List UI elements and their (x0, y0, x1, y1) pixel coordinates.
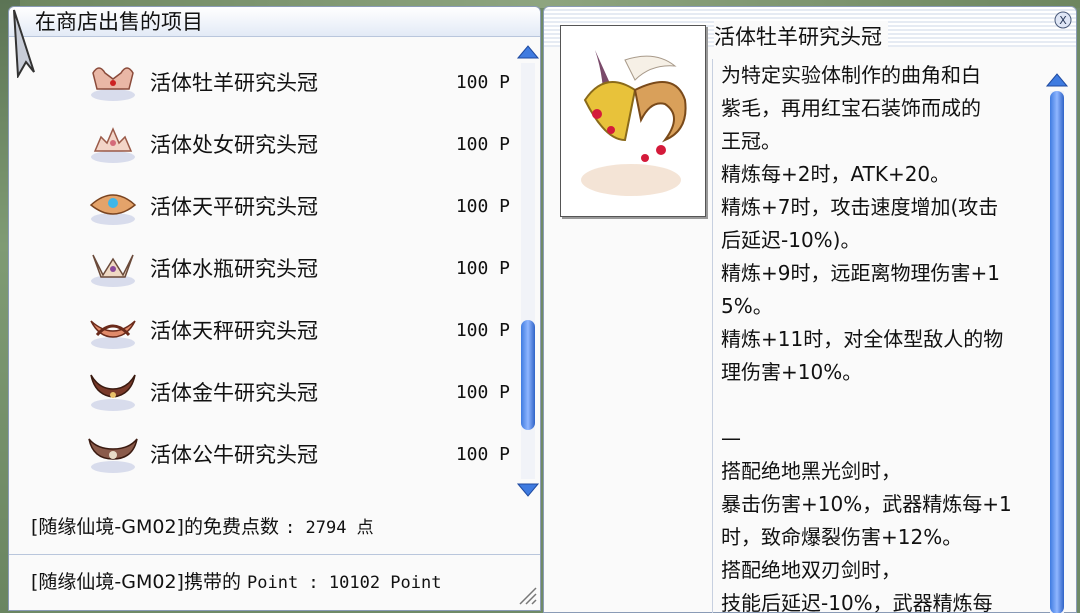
libra-crown-icon (89, 194, 137, 225)
item-name: 活体处女研究头冠 (150, 133, 318, 157)
svg-text:X: X (1059, 14, 1067, 27)
item-illustration (560, 25, 706, 217)
free-points-label: [随缘仙境-GM02]的免费点数 (31, 516, 286, 538)
bull-crown-icon (88, 438, 138, 473)
description-line: 精炼+7时，攻击速度增加(攻击 (721, 195, 999, 219)
taurus-crown-icon (90, 374, 136, 411)
description-line: 精炼+9时，远距离物理伤害+1 (721, 261, 1000, 285)
item-name: 活体牡羊研究头冠 (150, 71, 318, 95)
item-price: 100 P (455, 319, 510, 341)
free-points-value: : 2794 点 (285, 518, 374, 538)
description-line: 技能后延迟-10%，武器精炼每 (721, 591, 993, 613)
description-line: 理伤害+10%。 (721, 360, 863, 384)
item-price: 100 P (455, 381, 510, 403)
description-line (713, 389, 1042, 422)
shop-item-row[interactable]: 活体水瓶研究头冠 100 P (9, 237, 514, 299)
item-name: 活体公牛研究头冠 (150, 443, 318, 467)
divider (9, 554, 540, 555)
libra2-crown-icon (90, 320, 136, 349)
description-line: 为特定实验体制作的曲角和白 (721, 63, 981, 87)
carried-points-label: [随缘仙境-GM02]携带的 (31, 571, 248, 593)
description-line: — (721, 426, 741, 450)
free-points-line: [随缘仙境-GM02]的免费点数 : 2794 点 (31, 512, 374, 539)
carried-points-value: Point : 10102 Point (247, 573, 442, 593)
description-line: 搭配绝地双刃剑时， (721, 558, 901, 582)
description-line: 精炼+11时，对全体型敌人的物 (721, 327, 1004, 351)
item-name: 活体天平研究头冠 (150, 195, 318, 219)
shop-item-row[interactable]: 活体公牛研究头冠 100 P (9, 423, 514, 485)
carried-points-line: [随缘仙境-GM02]携带的 Point : 10102 Point (31, 567, 441, 594)
resize-grip-icon[interactable] (516, 584, 538, 606)
scroll-thumb[interactable] (521, 320, 535, 431)
description-scrollbar[interactable] (1044, 69, 1070, 613)
item-title: 活体牡羊研究头冠 (714, 21, 888, 51)
scroll-up-arrow-icon[interactable] (1044, 69, 1070, 91)
aries-crown-illustration (581, 50, 687, 196)
description-line: 精炼每+2时，ATK+20。 (721, 162, 951, 186)
shop-item-row[interactable]: 活体处女研究头冠 100 P (9, 113, 514, 175)
item-description-window: 活体牡羊研究头冠 X 为特定实验体制作的曲角和白 紫毛，再用红宝石装饰而成的 王冠。… (543, 6, 1077, 613)
description-line: 后延迟-10%)。 (721, 228, 861, 252)
shop-list-scrollbar[interactable] (515, 41, 541, 501)
scroll-thumb[interactable] (1050, 91, 1064, 613)
description-line: 搭配绝地黑光剑时， (721, 459, 901, 483)
item-price: 100 P (455, 443, 510, 465)
shop-item-row[interactable]: 活体金牛研究头冠 100 P (9, 361, 514, 423)
item-name: 活体天秤研究头冠 (150, 319, 318, 343)
shop-item-row[interactable]: 活体牡羊研究头冠 100 P (9, 51, 514, 113)
shop-sell-window: 在商店出售的项目 活体牡羊研究头冠 100 P 活体处女研究头冠 100 P 活… (8, 6, 541, 611)
item-price: 100 P (455, 257, 510, 279)
shop-item-row[interactable]: 活体天秤研究头冠 100 P (9, 299, 514, 361)
aquarius-crown-icon (91, 254, 135, 287)
scroll-up-arrow-icon[interactable] (515, 41, 541, 63)
virgo-crown-icon (91, 127, 135, 163)
description-line: 暴击伤害+10%，武器精炼每+1 (721, 492, 1012, 516)
mouse-cursor-icon (13, 9, 35, 78)
item-price: 100 P (455, 195, 510, 217)
item-price: 100 P (455, 133, 510, 155)
close-icon[interactable]: X (1054, 11, 1072, 29)
description-line: 王冠。 (721, 129, 781, 153)
scroll-down-arrow-icon[interactable] (515, 479, 541, 501)
shop-window-title[interactable]: 在商店出售的项目 (9, 7, 540, 37)
description-line: 时，致命爆裂伤害+12%。 (721, 525, 963, 549)
description-line: 紫毛，再用红宝石装饰而成的 (721, 96, 981, 120)
description-line: 5%。 (721, 294, 773, 318)
item-name: 活体水瓶研究头冠 (150, 257, 318, 281)
aries-crown-icon (91, 67, 135, 101)
shop-item-row[interactable]: 活体天平研究头冠 100 P (9, 175, 514, 237)
shop-item-list: 活体牡羊研究头冠 100 P 活体处女研究头冠 100 P 活体天平研究头冠 1… (9, 39, 514, 499)
item-name: 活体金牛研究头冠 (150, 381, 318, 405)
item-price: 100 P (455, 71, 510, 93)
item-description-text: 为特定实验体制作的曲角和白 紫毛，再用红宝石装饰而成的 王冠。精炼每+2时，ATK+… (712, 59, 1042, 613)
